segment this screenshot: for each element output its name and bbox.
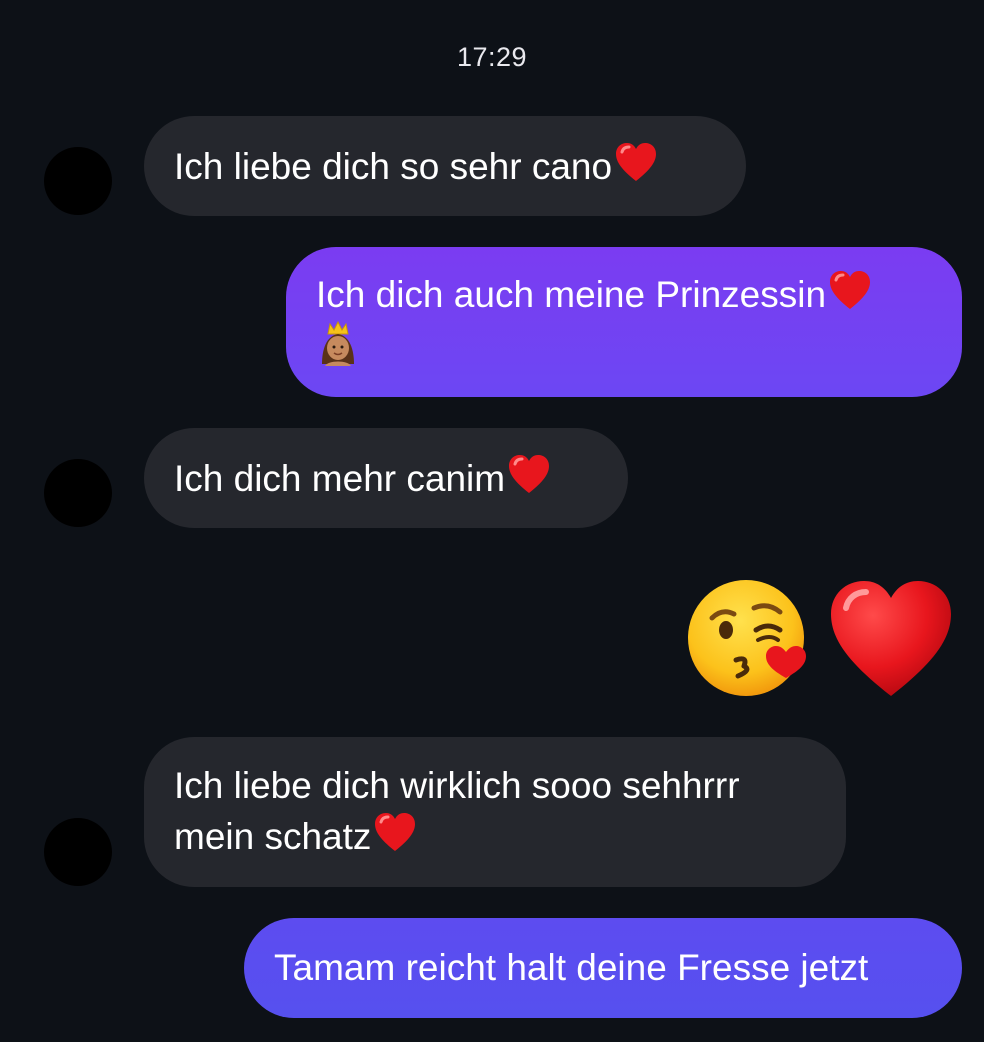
princess-icon	[316, 320, 360, 366]
incoming-message-bubble[interactable]: Ich liebe dich so sehr cano	[144, 116, 746, 216]
message-text: Ich liebe dich wirklich sooo sehhrrr	[174, 765, 740, 806]
red-heart-icon	[614, 141, 658, 185]
outgoing-message-bubble[interactable]: Tamam reicht halt deine Fresse jetzt	[244, 918, 962, 1018]
sender-avatar[interactable]	[44, 147, 112, 215]
sender-avatar[interactable]	[44, 818, 112, 886]
red-heart-icon[interactable]	[828, 578, 954, 700]
outgoing-message-bubble[interactable]: Ich dich auch meine Prinzessin	[286, 247, 962, 397]
message-timestamp: 17:29	[456, 42, 528, 72]
message-text: Tamam reicht halt deine Fresse jetzt	[274, 947, 869, 988]
message-text: Ich dich mehr canim	[174, 458, 506, 499]
incoming-message-bubble[interactable]: Ich dich mehr canim	[144, 428, 628, 528]
message-text: Ich liebe dich so sehr cano	[174, 146, 613, 187]
chat-screen: 17:29 Ich liebe dich so sehr cano Ich di…	[0, 0, 984, 1042]
red-heart-icon	[373, 811, 417, 855]
message-text: Ich dich auch meine Prinzessin	[316, 274, 827, 315]
sender-avatar[interactable]	[44, 459, 112, 527]
message-text: mein schatz	[174, 816, 372, 857]
incoming-message-bubble[interactable]: Ich liebe dich wirklich sooo sehhrrr mei…	[144, 737, 846, 887]
face-blowing-kiss-icon[interactable]	[686, 578, 814, 702]
red-heart-icon	[828, 269, 872, 313]
red-heart-icon	[507, 453, 551, 497]
